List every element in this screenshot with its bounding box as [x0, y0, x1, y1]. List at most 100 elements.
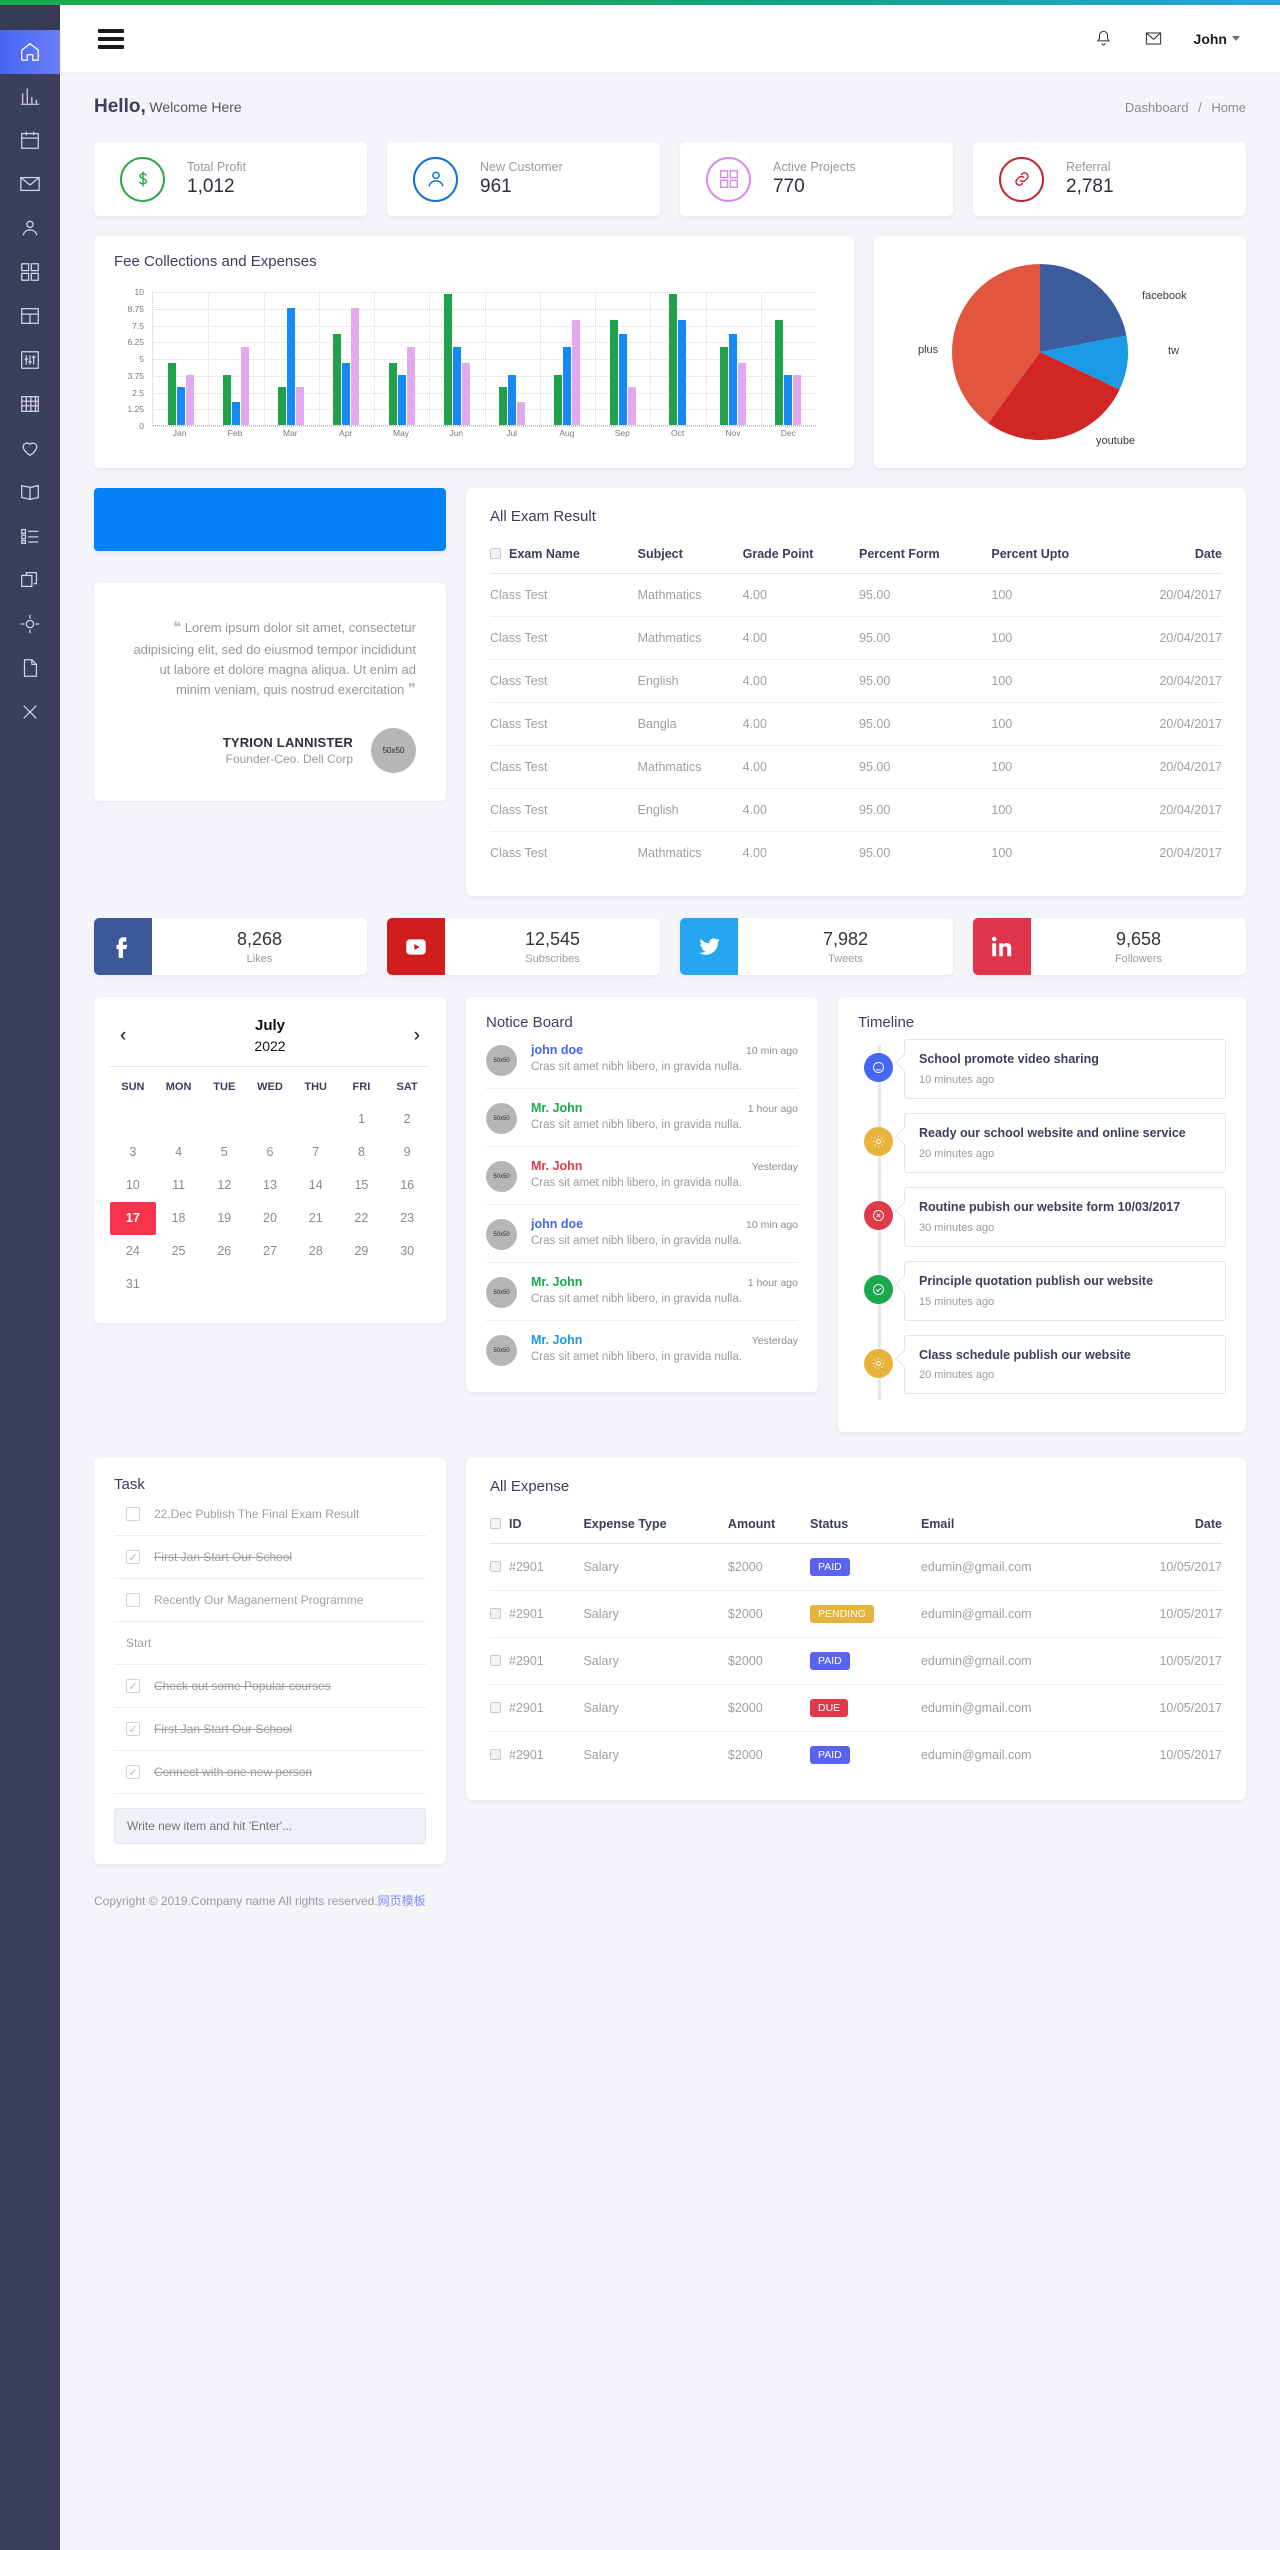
calendar-day[interactable]: 10 [110, 1169, 156, 1202]
calendar-day[interactable]: 21 [293, 1202, 339, 1235]
social-card-linkedin[interactable]: 9,658 Followers [973, 918, 1246, 975]
sidebar-item-calendar[interactable] [0, 118, 60, 162]
calendar-day[interactable]: 27 [247, 1235, 293, 1268]
row-checkbox[interactable] [490, 1561, 501, 1573]
sidebar-item-target[interactable] [0, 602, 60, 646]
sidebar-item-layout[interactable] [0, 294, 60, 338]
timeline-item[interactable]: School promote video sharing 10 minutes a… [864, 1039, 1226, 1099]
calendar-day[interactable]: 28 [293, 1235, 339, 1268]
table-row[interactable]: Class Test English 4.00 95.00 100 20/04/2017 [490, 788, 1222, 832]
task-item[interactable]: ✓ Check out some Popular courses [114, 1665, 426, 1709]
calendar-day[interactable]: 20 [247, 1202, 293, 1235]
list-item[interactable]: 50x50 john doe 10 min ago Cras sit amet nib… [486, 1031, 798, 1089]
notice-author[interactable]: Mr. John [531, 1159, 582, 1173]
sidebar-item-file[interactable] [0, 646, 60, 690]
stat-card-total-profit[interactable]: Total Profit 1,012 [94, 142, 367, 216]
calendar-day[interactable]: 25 [156, 1235, 202, 1268]
table-row[interactable]: #2901 Salary $2000 PAID edumin@gmail.com 10/0… [490, 1543, 1222, 1592]
sidebar-item-envelope[interactable] [0, 162, 60, 206]
social-card-youtube[interactable]: 12,545 Subscribes [387, 918, 660, 975]
calendar-day[interactable]: 17 [110, 1202, 156, 1235]
sidebar-item-sliders[interactable] [0, 338, 60, 382]
task-item[interactable]: Recently Our Maganement Programme [114, 1579, 426, 1623]
task-checkbox[interactable]: ✓ [126, 1679, 140, 1694]
row-checkbox[interactable] [490, 1702, 501, 1714]
table-row[interactable]: Class Test Mathmatics 4.00 95.00 100 20/04/20… [490, 616, 1222, 660]
calendar-day[interactable]: 12 [201, 1169, 247, 1202]
calendar-day[interactable]: 29 [339, 1235, 385, 1268]
sidebar-item-user[interactable] [0, 206, 60, 250]
table-row[interactable]: Class Test Mathmatics 4.00 95.00 100 20/04/20… [490, 832, 1222, 875]
calendar-day[interactable]: 22 [339, 1202, 385, 1235]
sidebar-item-copy[interactable] [0, 558, 60, 602]
table-row[interactable]: #2901 Salary $2000 PENDING edumin@gmail.com 1… [490, 1590, 1222, 1639]
calendar-day[interactable]: 24 [110, 1235, 156, 1268]
timeline-item[interactable]: Routine pubish our website form 10/03/20… [864, 1186, 1226, 1247]
list-item[interactable]: 50x50 Mr. John 1 hour ago Cras sit amet nib… [486, 1263, 798, 1321]
task-item[interactable]: ✓ Connect with one new person [114, 1751, 426, 1795]
footer-link[interactable]: 网页模板 [378, 1894, 426, 1908]
table-row[interactable]: #2901 Salary $2000 DUE edumin@gmail.com 10/05… [490, 1684, 1222, 1733]
sidebar-item-table[interactable] [0, 382, 60, 426]
calendar-day[interactable]: 31 [110, 1268, 156, 1301]
table-row[interactable]: #2901 Salary $2000 PAID edumin@gmail.com 10/0… [490, 1732, 1222, 1779]
social-card-facebook[interactable]: 8,268 Likes [94, 918, 367, 975]
calendar-day[interactable]: 30 [384, 1235, 430, 1268]
sidebar-item-bar-chart[interactable] [0, 74, 60, 118]
notice-author[interactable]: john doe [531, 1043, 583, 1057]
row-checkbox[interactable] [490, 1749, 501, 1761]
task-checkbox[interactable]: ✓ [126, 1550, 140, 1565]
chevron-right-icon[interactable]: › [414, 1026, 420, 1045]
task-item[interactable]: 22,Dec Publish The Final Exam Result [114, 1493, 426, 1537]
hamburger-icon[interactable] [98, 28, 124, 49]
calendar-day[interactable]: 13 [247, 1169, 293, 1202]
calendar-day[interactable]: 14 [293, 1169, 339, 1202]
breadcrumb-root[interactable]: Dashboard [1125, 100, 1189, 115]
select-all-checkbox[interactable] [490, 1518, 501, 1530]
select-all-checkbox[interactable] [490, 548, 501, 559]
calendar-day[interactable]: 23 [384, 1202, 430, 1235]
stat-card-referral[interactable]: Referral 2,781 [973, 142, 1246, 216]
list-item[interactable]: 50x50 Mr. John Yesterday Cras sit amet nibh… [486, 1321, 798, 1378]
notice-author[interactable]: Mr. John [531, 1101, 582, 1115]
timeline-item[interactable]: Principle quotation publish our website 1… [864, 1260, 1226, 1321]
table-row[interactable]: #2901 Salary $2000 PAID edumin@gmail.com 10/0… [490, 1637, 1222, 1686]
sidebar-item-heart[interactable] [0, 426, 60, 470]
list-item[interactable]: 50x50 Mr. John Yesterday Cras sit amet nibh… [486, 1147, 798, 1205]
table-row[interactable]: Class Test Mathmatics 4.00 95.00 100 20/04/20… [490, 573, 1222, 617]
calendar-day[interactable]: 2 [384, 1103, 430, 1136]
calendar-day[interactable]: 8 [339, 1136, 385, 1169]
calendar-day[interactable]: 4 [156, 1136, 202, 1169]
task-checkbox[interactable] [126, 1507, 140, 1522]
task-item[interactable]: ✓ First Jan Start Our School [114, 1536, 426, 1580]
list-item[interactable]: 50x50 Mr. John 1 hour ago Cras sit amet nib… [486, 1089, 798, 1147]
calendar-day[interactable]: 5 [201, 1136, 247, 1169]
calendar-day[interactable]: 26 [201, 1235, 247, 1268]
sidebar-item-list[interactable] [0, 514, 60, 558]
sidebar-item-close[interactable] [0, 690, 60, 734]
envelope-icon[interactable] [1144, 29, 1163, 48]
notice-author[interactable]: Mr. John [531, 1275, 582, 1289]
calendar-day[interactable]: 19 [201, 1202, 247, 1235]
task-checkbox[interactable]: ✓ [126, 1765, 140, 1780]
calendar-day[interactable]: 7 [293, 1136, 339, 1169]
user-menu[interactable]: John [1194, 31, 1240, 47]
table-row[interactable]: Class Test English 4.00 95.00 100 20/04/2017 [490, 659, 1222, 703]
task-checkbox[interactable]: ✓ [126, 1722, 140, 1737]
calendar-day[interactable]: 15 [339, 1169, 385, 1202]
sidebar-item-book[interactable] [0, 470, 60, 514]
stat-card-active-projects[interactable]: Active Projects 770 [680, 142, 953, 216]
calendar-day[interactable]: 16 [384, 1169, 430, 1202]
row-checkbox[interactable] [490, 1608, 501, 1620]
calendar-day[interactable]: 9 [384, 1136, 430, 1169]
task-checkbox[interactable] [126, 1593, 140, 1608]
task-item[interactable]: ✓ First Jan Start Our School [114, 1708, 426, 1752]
notice-author[interactable]: Mr. John [531, 1333, 582, 1347]
bell-icon[interactable] [1094, 29, 1113, 48]
task-input[interactable] [114, 1808, 426, 1845]
timeline-item[interactable]: Class schedule publish our website 20 min… [864, 1334, 1226, 1395]
calendar-day[interactable]: 1 [339, 1103, 385, 1136]
sidebar-item-home[interactable] [0, 30, 60, 74]
table-row[interactable]: Class Test Mathmatics 4.00 95.00 100 20/04/20… [490, 745, 1222, 789]
row-checkbox[interactable] [490, 1655, 501, 1667]
